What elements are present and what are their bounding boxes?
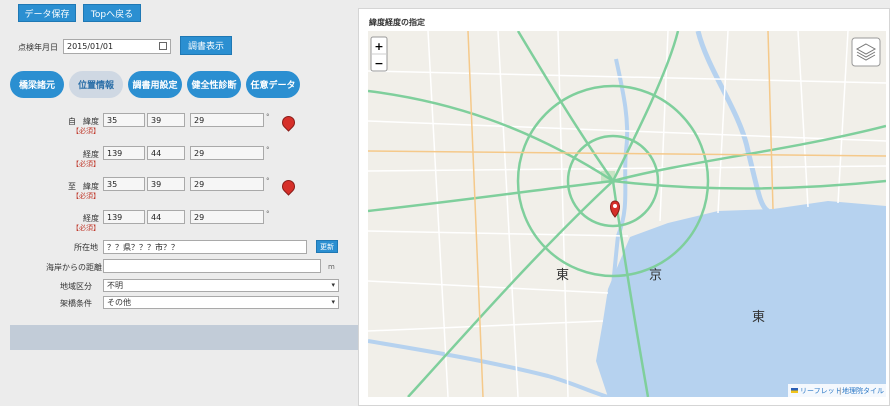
from-lat-min-input[interactable]: 39 [147,113,185,127]
coast-distance-input[interactable] [103,259,321,273]
from-lon-required: 【必須】 [72,160,100,168]
attribution-leaflet-link[interactable]: リーフレット [800,387,842,395]
coast-distance-unit: m [328,263,335,271]
from-lat-degree-mark: ° [266,113,270,121]
to-lat-sec-input[interactable]: 29 [190,177,264,191]
label-higashi-1: 東 [556,267,569,283]
coast-distance-label: 海岸からの距離 [46,263,102,272]
to-lat-min-input[interactable]: 39 [147,177,185,191]
from-lat-required: 【必須】 [72,127,100,135]
address-input[interactable]: ？？県？？？市？？ [103,240,307,254]
from-lon-degree-mark: ° [266,146,270,154]
to-lon-min-input[interactable]: 44 [147,210,185,224]
calendar-icon[interactable] [159,42,167,50]
zoom-out-button[interactable]: − [374,57,383,70]
inspection-date-field[interactable]: 2015/01/01 [63,39,171,54]
region-select[interactable]: 不明 ▾ [103,279,339,292]
bridge-condition-select[interactable]: その他 ▾ [103,296,339,309]
map-panel-title: 緯度経度の指定 [369,18,425,27]
to-lon-deg-input[interactable]: 139 [103,210,145,224]
form-footer-bar [10,325,358,350]
address-label: 所在地 [74,243,98,252]
from-lon-deg-input[interactable]: 139 [103,146,145,160]
label-kyo: 京 [649,268,662,283]
save-button[interactable]: データ保存 [18,4,76,22]
tab-report-settings[interactable]: 調書用設定 [128,71,182,98]
tab-custom-data[interactable]: 任意データ [246,71,300,98]
map[interactable]: + − 東 京 東 リーフレット | 地理院タイル [368,31,886,397]
inspection-date-value: 2015/01/01 [67,42,114,51]
tab-soundness[interactable]: 健全性診断 [187,71,241,98]
from-lon-sec-input[interactable]: 29 [190,146,264,160]
tab-bridge-specs[interactable]: 橋梁諸元 [10,71,64,98]
bridge-condition-select-value: その他 [107,298,131,307]
from-lat-deg-input[interactable]: 35 [103,113,145,127]
tab-location[interactable]: 位置情報 [69,71,123,98]
back-to-top-button[interactable]: Topへ戻る [83,4,141,22]
to-lat-degree-mark: ° [266,177,270,185]
to-lat-required: 【必須】 [72,192,100,200]
from-map-pin-icon[interactable] [279,113,298,132]
chevron-down-icon: ▾ [331,298,335,306]
to-lon-required: 【必須】 [72,224,100,232]
address-update-button[interactable]: 更新 [316,240,338,253]
report-view-button[interactable]: 調書表示 [180,36,232,55]
chevron-down-icon: ▾ [331,281,335,289]
to-lon-degree-mark: ° [266,210,270,218]
layers-control[interactable] [851,37,881,67]
attribution-separator: | [839,387,841,395]
label-higashi-2: 東 [752,309,765,325]
to-lon-sec-input[interactable]: 29 [190,210,264,224]
region-select-value: 不明 [107,281,123,290]
to-map-pin-icon[interactable] [279,177,298,196]
inspection-date-label: 点検年月日 [18,43,58,52]
region-label: 地域区分 [60,282,92,291]
from-lat-sec-input[interactable]: 29 [190,113,264,127]
bridge-condition-label: 架橋条件 [60,299,92,308]
zoom-in-button[interactable]: + [374,40,383,53]
attribution-tile-link[interactable]: 地理院タイル [842,386,884,395]
to-lat-deg-input[interactable]: 35 [103,177,145,191]
from-lon-min-input[interactable]: 44 [147,146,185,160]
